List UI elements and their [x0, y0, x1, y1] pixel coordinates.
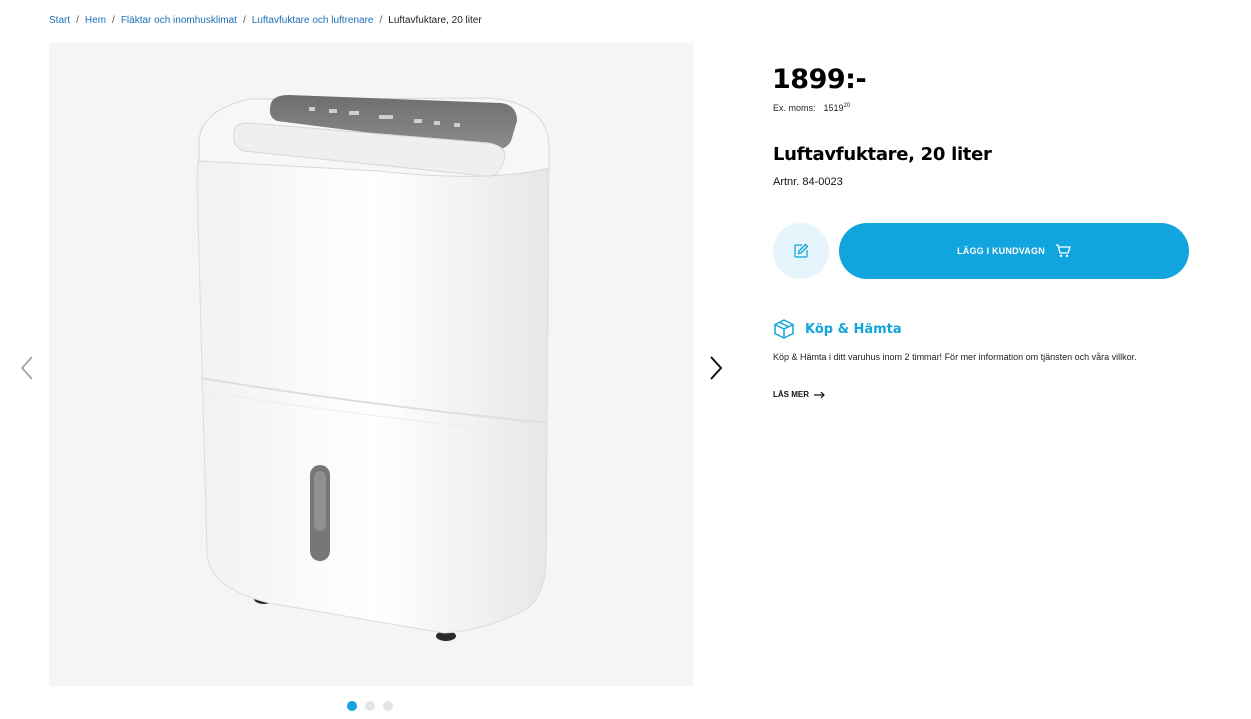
breadcrumb-flaktar[interactable]: Fläktar och inomhusklimat — [121, 15, 237, 26]
ex-vat-value: 151920 — [823, 103, 851, 113]
product-price: 1899:- — [772, 64, 867, 95]
add-to-cart-button[interactable]: LÄGG I KUNDVAGN — [839, 223, 1189, 279]
gallery-dot[interactable] — [365, 701, 375, 711]
breadcrumb-current: Luftavfuktare, 20 liter — [388, 15, 482, 26]
product-title: Luftavfuktare, 20 liter — [773, 144, 992, 165]
dehumidifier-product-image — [196, 95, 550, 641]
ex-vat-price: Ex. moms: 151920 — [773, 103, 850, 113]
gallery-next-button[interactable] — [704, 353, 728, 383]
ex-vat-label: Ex. moms: — [773, 103, 816, 113]
breadcrumb-separator: / — [379, 15, 383, 26]
gallery-dot[interactable] — [383, 701, 393, 711]
shopping-list-button[interactable] — [773, 223, 829, 279]
article-number: Artnr. 84-0023 — [773, 176, 843, 188]
breadcrumb-luftavfuktare[interactable]: Luftavfuktare och luftrenare — [252, 15, 374, 26]
read-more-label: LÄS MER — [773, 390, 809, 399]
add-to-cart-label: LÄGG I KUNDVAGN — [957, 246, 1045, 256]
breadcrumb-hem[interactable]: Hem — [85, 15, 106, 26]
cart-icon — [1055, 244, 1071, 258]
gallery-prev-button[interactable] — [15, 353, 39, 383]
breadcrumb-separator: / — [112, 15, 115, 26]
breadcrumb-separator: / — [76, 15, 79, 26]
pickup-description: Köp & Hämta i ditt varuhus inom 2 timmar… — [773, 352, 1137, 362]
pickup-header: Köp & Hämta — [773, 318, 902, 340]
chevron-left-icon — [20, 356, 33, 380]
breadcrumb: Start / Hem / Fläktar och inomhusklimat … — [49, 15, 482, 26]
chevron-right-icon — [710, 356, 723, 380]
box-icon — [774, 319, 794, 339]
gallery-dot[interactable] — [347, 701, 357, 711]
gallery-pagination — [347, 701, 393, 711]
edit-note-icon — [794, 243, 809, 258]
read-more-link[interactable]: LÄS MER — [773, 390, 825, 399]
breadcrumb-separator: / — [242, 15, 246, 26]
breadcrumb-start[interactable]: Start — [49, 15, 70, 26]
pickup-title: Köp & Hämta — [805, 321, 902, 337]
product-gallery — [49, 43, 693, 686]
arrow-right-icon — [814, 391, 825, 398]
